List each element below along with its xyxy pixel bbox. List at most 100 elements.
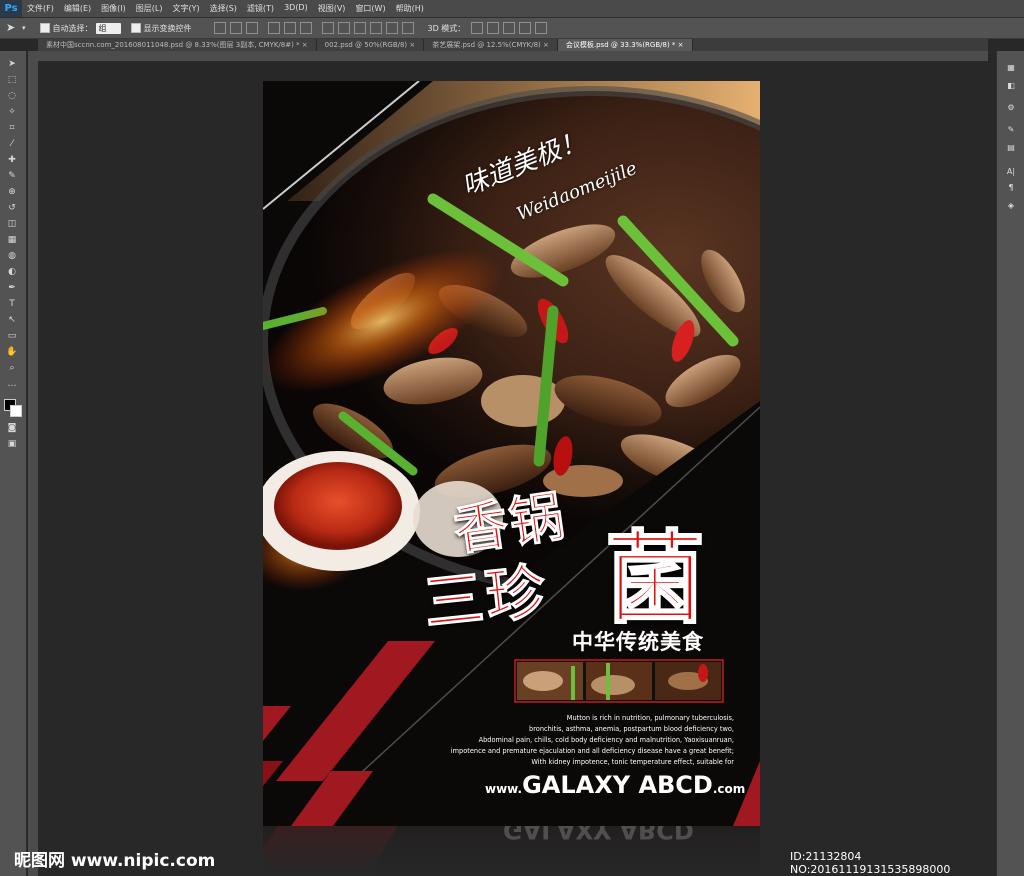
menu-item[interactable]: 编辑(E) [59,3,96,14]
3d-roll-icon[interactable] [487,22,500,34]
lasso-tool-icon[interactable]: ◌ [6,91,18,101]
type-tool-icon[interactable]: T [6,299,18,309]
align-left-icon[interactable] [267,22,280,34]
distribute-vcenter-icon[interactable] [337,22,350,34]
brush-tool-icon[interactable]: ✎ [6,171,18,181]
path-select-tool-icon[interactable]: ↖ [6,315,18,325]
distribute-left-icon[interactable] [369,22,382,34]
3d-slide-icon[interactable] [519,22,532,34]
3d-mode-label: 3D 模式： [427,23,466,33]
tools-panel: ➤ ⬚ ◌ ✧ ⌗ ⁄ ✚ ✎ ⊕ ↺ ◫ ▦ ◍ ◐ ✒ T ↖ ▭ ✋ ⌕ … ◙ ▣ [0,51,27,876]
shape-tool-icon[interactable]: ▭ [6,331,18,341]
show-transform-checkbox[interactable] [130,23,141,33]
menu-item[interactable]: 滤镜(T) [242,3,279,14]
align-right-icon[interactable] [299,22,312,34]
zoom-tool-icon[interactable]: ⌕ [6,363,18,373]
hand-tool-icon[interactable]: ✋ [6,347,18,357]
pen-tool-icon[interactable]: ✒ [6,283,18,293]
poster-reflection: GALAXY ABCD [263,826,760,876]
marquee-tool-icon[interactable]: ⬚ [6,75,18,85]
eyedropper-tool-icon[interactable]: ⁄ [6,139,18,149]
distribute-hcenter-icon[interactable] [385,22,398,34]
ruler-origin[interactable] [28,51,38,61]
sauce-bowl [263,451,420,571]
quick-select-tool-icon[interactable]: ✧ [6,107,18,117]
screen-mode-icon[interactable]: ▣ [6,439,18,449]
document-tab[interactable]: 茶艺展架.psd @ 12.5%(CMYK/8) × [424,39,558,51]
close-tab-icon[interactable]: × [407,41,415,49]
description-line: Mutton is rich in nutrition, pulmonary t… [566,714,734,722]
document-tab-label: 会议模板.psd @ 33.3%(RGB/8) * [565,41,676,49]
clone-stamp-tool-icon[interactable]: ⊕ [6,187,18,197]
history-brush-tool-icon[interactable]: ↺ [6,203,18,213]
gradient-tool-icon[interactable]: ▦ [6,235,18,245]
collapsed-panels: ▦ ◧ ⚙ ✎ ▤ A| ¶ ◈ [996,51,1024,876]
distribute-right-icon[interactable] [401,22,414,34]
3d-rotate-icon[interactable] [471,22,484,34]
url-prefix: www. [485,782,523,796]
document-tab[interactable]: 002.psd @ 50%(RGB/8) × [316,39,425,51]
close-tab-icon[interactable]: × [300,41,308,49]
menu-item[interactable]: 文字(Y) [167,3,204,14]
document-tab-label: 茶艺展架.psd @ 12.5%(CMYK/8) [432,41,541,49]
extra-tool-icon[interactable]: … [6,379,18,389]
auto-select-label: 自动选择： [52,23,93,33]
history-panel-icon[interactable]: ▦ [1005,63,1017,73]
url-main: GALAXY ABCD [522,771,713,799]
menu-item[interactable]: 选择(S) [205,3,242,14]
move-tool-icon[interactable]: ➤ [6,59,18,69]
document-tabs: 素材中国sccnn.com_201608011048.psd @ 8.33%(图… [38,39,988,51]
layers-panel-icon[interactable]: ◈ [1005,201,1017,211]
description-text: Mutton is rich in nutrition, pulmonary t… [274,713,734,768]
menu-item[interactable]: 图像(I) [96,3,131,14]
close-tab-icon[interactable]: × [541,41,549,49]
poster-canvas[interactable]: 味道美极！ Weidaomeijile 香锅 三珍 菌 中华传统美食 Mutto… [263,81,760,826]
blur-tool-icon[interactable]: ◍ [6,251,18,261]
description-line: impotence and premature ejaculation and … [450,747,734,755]
menu-item[interactable]: 视图(V) [313,3,351,14]
paragraph-panel-icon[interactable]: ¶ [1005,183,1017,193]
menu-item[interactable]: 帮助(H) [391,3,429,14]
horizontal-ruler [38,51,988,62]
align-vcenter-icon[interactable] [229,22,242,34]
align-top-icon[interactable] [213,22,226,34]
document-tab[interactable]: 素材中国sccnn.com_201608011048.psd @ 8.33%(图… [38,39,317,51]
thumbnail-strip [514,659,724,703]
properties-panel-icon[interactable]: ◧ [1005,81,1017,91]
document-tab[interactable]: 会议模板.psd @ 33.3%(RGB/8) * × [557,39,693,51]
crop-tool-icon[interactable]: ⌗ [6,123,18,133]
reflection-url: GALAXY ABCD [503,826,694,844]
distribute-top-icon[interactable] [321,22,334,34]
brush-panel-icon[interactable]: ✎ [1005,125,1017,135]
menu-item[interactable]: 文件(F) [22,3,59,14]
options-bar: ➤ ▾ 自动选择： 组 显示变换控件 3D 模式： [0,18,1024,39]
align-hcenter-icon[interactable] [283,22,296,34]
move-tool-icon[interactable]: ➤ [6,21,20,35]
menu-item[interactable]: 图层(L) [131,3,168,14]
distribute-bottom-icon[interactable] [353,22,366,34]
close-tab-icon[interactable]: × [675,41,684,49]
background-color-swatch[interactable] [10,405,22,417]
brush-presets-icon[interactable]: ▤ [1005,143,1017,153]
3d-scale-icon[interactable] [535,22,548,34]
align-bottom-icon[interactable] [245,22,258,34]
tool-preset-dropdown[interactable]: ▾ [22,24,26,32]
document-tab-label: 素材中国sccnn.com_201608011048.psd @ 8.33%(图… [46,41,300,49]
menu-item[interactable]: 窗口(W) [350,3,390,14]
dodge-tool-icon[interactable]: ◐ [6,267,18,277]
photoshop-logo[interactable]: Ps [0,0,22,17]
website-url: www.GALAXY ABCD.com [485,771,745,799]
3d-pan-icon[interactable] [503,22,516,34]
auto-select-dropdown[interactable]: 组 [95,22,121,34]
quick-mask-icon[interactable]: ◙ [6,423,18,433]
auto-select-checkbox[interactable] [39,23,50,33]
align-buttons [212,22,416,34]
tool-presets-panel-icon[interactable]: ⚙ [1005,103,1017,113]
healing-tool-icon[interactable]: ✚ [6,155,18,165]
show-transform-label: 显示变换控件 [143,23,192,33]
character-panel-icon[interactable]: A| [1005,167,1017,177]
menu-item[interactable]: 3D(D) [279,3,313,14]
eraser-tool-icon[interactable]: ◫ [6,219,18,229]
title-sanzhen: 三珍 [420,556,552,640]
vertical-ruler [28,61,39,876]
